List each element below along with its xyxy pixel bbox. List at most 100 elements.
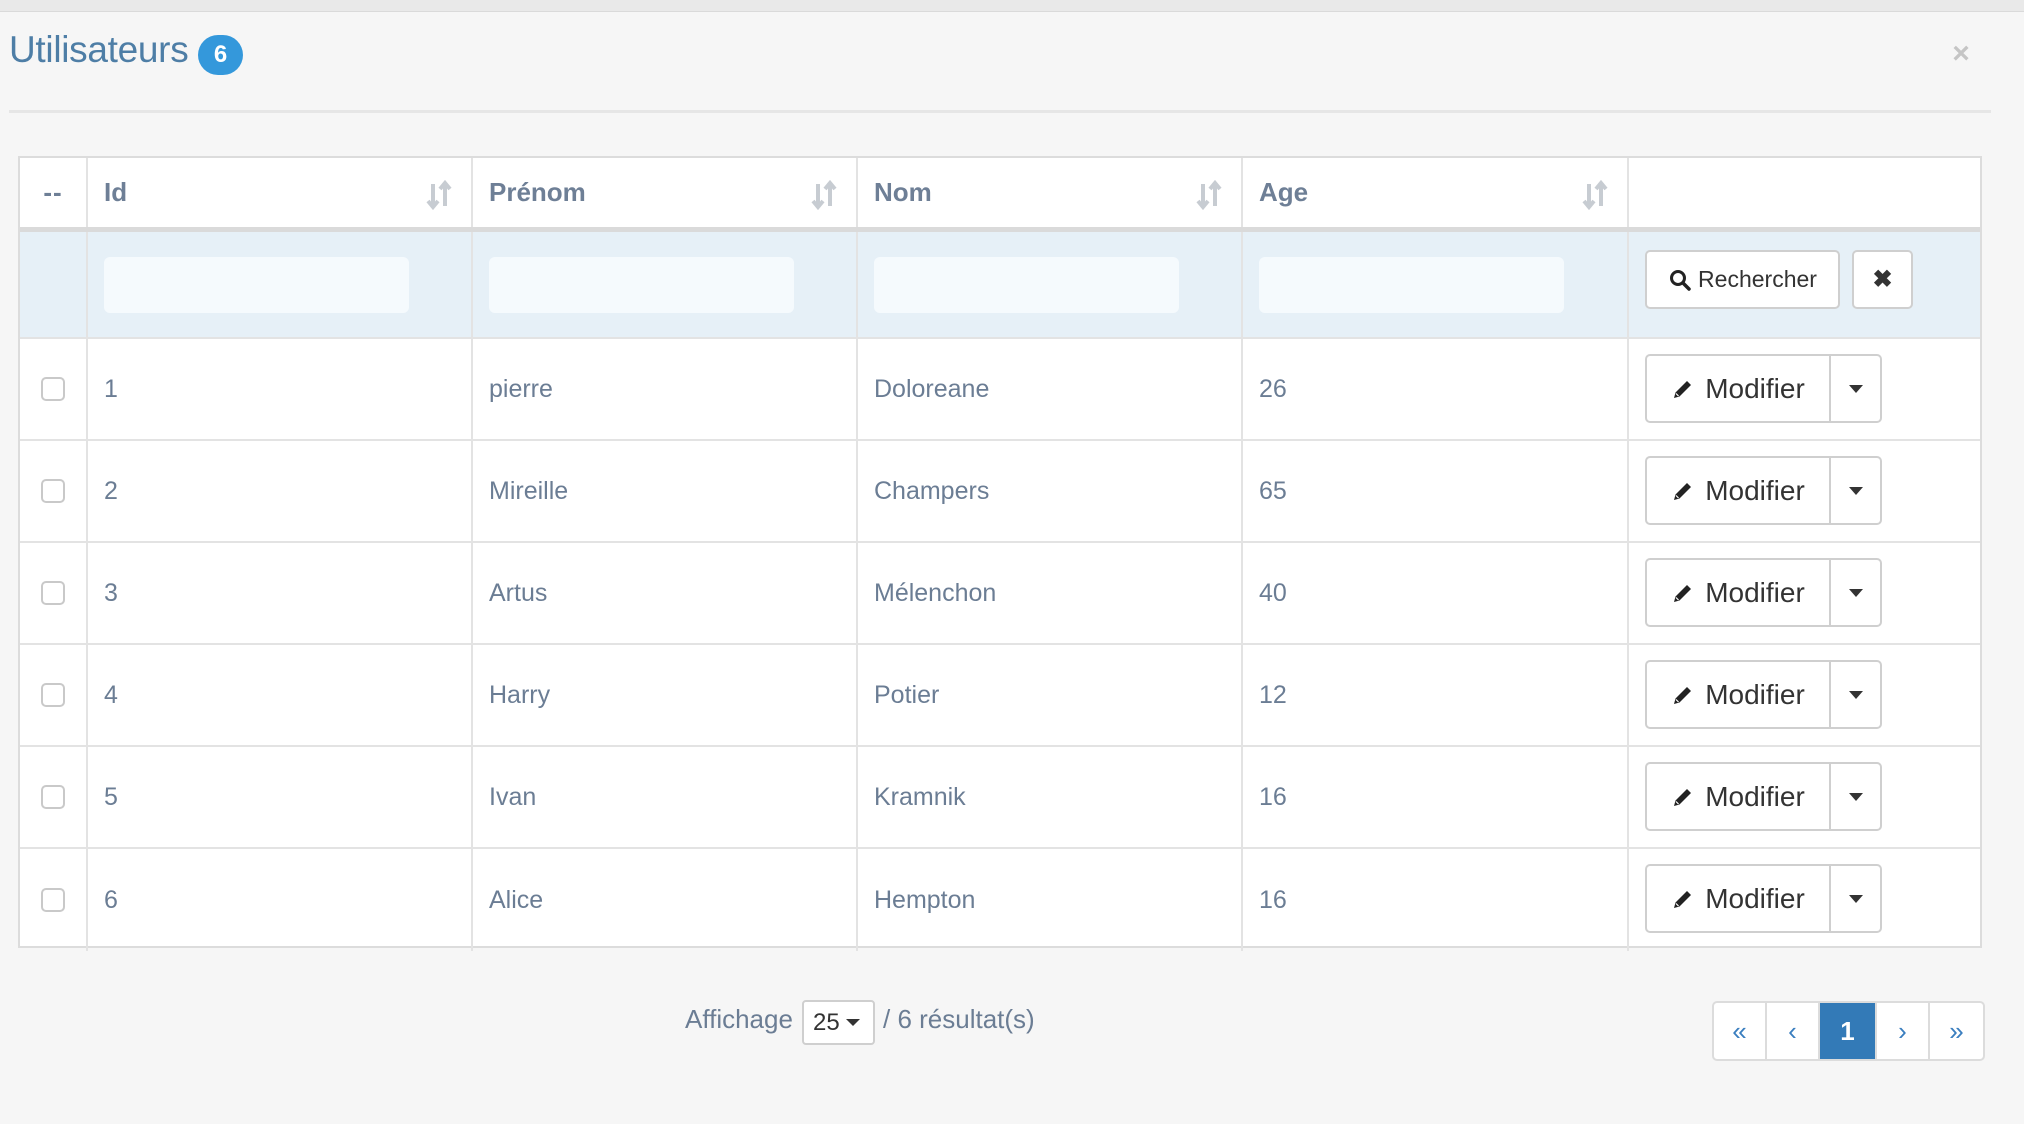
cell-nom: Kramnik: [858, 747, 1243, 847]
row-actions-dropdown-toggle[interactable]: [1831, 456, 1882, 525]
cell-prenom: Artus: [473, 543, 858, 643]
row-actions-cell: Modifier: [1629, 645, 1980, 745]
edit-button[interactable]: Modifier: [1645, 456, 1831, 525]
row-action-group: Modifier: [1645, 558, 1882, 627]
sort-icon[interactable]: [1581, 180, 1609, 210]
cell-age: 16: [1243, 849, 1629, 951]
close-icon[interactable]: ×: [1949, 39, 1973, 69]
edit-button-label: Modifier: [1705, 780, 1805, 812]
cell-prenom-value: Mireille: [489, 476, 569, 505]
chevron-down-icon: [1848, 384, 1863, 393]
column-label-prenom: Prénom: [489, 177, 586, 207]
cell-nom-value: Champers: [874, 476, 990, 505]
edit-button-label: Modifier: [1705, 882, 1805, 914]
select-column-header: --: [20, 158, 88, 227]
row-checkbox[interactable]: [41, 785, 65, 809]
table-row: 4 Harry Potier 12 Modifier: [20, 645, 1980, 747]
first-page-button[interactable]: «: [1714, 1003, 1767, 1059]
row-action-group: Modifier: [1645, 354, 1882, 423]
top-bar: [0, 0, 2024, 12]
row-action-group: Modifier: [1645, 660, 1882, 729]
cell-id: 5: [88, 747, 473, 847]
cell-id-value: 6: [104, 885, 118, 914]
sort-icon[interactable]: [1195, 180, 1223, 210]
filter-input-prenom[interactable]: [489, 256, 794, 313]
edit-button-label: Modifier: [1705, 474, 1805, 506]
chevron-down-icon: [1848, 690, 1863, 699]
cell-age-value: 16: [1259, 782, 1287, 811]
column-header-id[interactable]: Id: [88, 158, 473, 227]
users-table: -- Id Prénom Nom Age Rechercher ✖ 1 pier…: [18, 156, 1982, 951]
page-size-select[interactable]: 25: [802, 1000, 875, 1045]
chevron-down-icon: [1848, 894, 1863, 903]
actions-column-header: [1629, 158, 1980, 227]
row-select-cell: [20, 441, 88, 541]
sort-icon[interactable]: [810, 180, 838, 210]
row-checkbox[interactable]: [41, 479, 65, 503]
row-select-cell: [20, 849, 88, 951]
column-header-prenom[interactable]: Prénom: [473, 158, 858, 227]
cell-id-value: 1: [104, 374, 118, 403]
cell-prenom-value: pierre: [489, 374, 553, 403]
cell-id: 1: [88, 339, 473, 439]
row-actions-dropdown-toggle[interactable]: [1831, 558, 1882, 627]
row-actions-dropdown-toggle[interactable]: [1831, 354, 1882, 423]
filter-cell-nom: [858, 232, 1243, 337]
panel-header: [9, 12, 1991, 113]
page-size-label: Affichage: [685, 1004, 793, 1034]
cell-nom-value: Mélenchon: [874, 578, 997, 607]
pencil-icon: [1674, 482, 1692, 500]
row-action-group: Modifier: [1645, 456, 1882, 525]
cell-age: 12: [1243, 645, 1629, 745]
row-select-cell: [20, 645, 88, 745]
filter-input-id[interactable]: [104, 256, 409, 313]
edit-button-label: Modifier: [1705, 372, 1805, 404]
filter-cell-id: [88, 232, 473, 337]
pencil-icon: [1674, 584, 1692, 602]
last-page-button[interactable]: »: [1930, 1003, 1983, 1059]
column-header-nom[interactable]: Nom: [858, 158, 1243, 227]
row-actions-dropdown-toggle[interactable]: [1831, 660, 1882, 729]
table-row: 3 Artus Mélenchon 40 Modifier: [20, 543, 1980, 645]
cell-prenom-value: Alice: [489, 885, 544, 914]
row-checkbox[interactable]: [41, 377, 65, 401]
chevron-down-icon: [845, 1019, 860, 1026]
edit-button[interactable]: Modifier: [1645, 864, 1831, 933]
cell-prenom-value: Artus: [489, 578, 548, 607]
prev-page-button[interactable]: ‹: [1767, 1003, 1820, 1059]
edit-button[interactable]: Modifier: [1645, 762, 1831, 831]
cell-prenom-value: Harry: [489, 680, 551, 709]
search-button[interactable]: Rechercher: [1645, 250, 1840, 309]
edit-button[interactable]: Modifier: [1645, 660, 1831, 729]
cell-age-value: 12: [1259, 680, 1287, 709]
filter-input-age[interactable]: [1259, 256, 1564, 313]
pagination: « ‹ 1 › »: [1712, 1001, 1985, 1061]
column-header-age[interactable]: Age: [1243, 158, 1629, 227]
current-page-button[interactable]: 1: [1820, 1003, 1877, 1059]
chevron-down-icon: [1848, 588, 1863, 597]
row-actions-cell: Modifier: [1629, 441, 1980, 541]
cell-age: 16: [1243, 747, 1629, 847]
edit-button[interactable]: Modifier: [1645, 558, 1831, 627]
sort-icon[interactable]: [425, 180, 453, 210]
cell-nom-value: Hempton: [874, 885, 976, 914]
clear-filters-button[interactable]: ✖: [1852, 250, 1913, 309]
row-checkbox[interactable]: [41, 683, 65, 707]
filter-cell-prenom: [473, 232, 858, 337]
filter-input-nom[interactable]: [874, 256, 1179, 313]
pencil-icon: [1674, 686, 1692, 704]
cell-age: 26: [1243, 339, 1629, 439]
table-row: 2 Mireille Champers 65 Modifier: [20, 441, 1980, 543]
next-page-button[interactable]: ›: [1877, 1003, 1930, 1059]
clear-icon: ✖: [1872, 266, 1893, 293]
row-checkbox[interactable]: [41, 888, 65, 912]
row-checkbox[interactable]: [41, 581, 65, 605]
edit-button[interactable]: Modifier: [1645, 354, 1831, 423]
row-actions-dropdown-toggle[interactable]: [1831, 864, 1882, 933]
row-actions-dropdown-toggle[interactable]: [1831, 762, 1882, 831]
cell-nom-value: Doloreane: [874, 374, 990, 403]
cell-id: 6: [88, 849, 473, 951]
search-icon: [1670, 269, 1691, 291]
column-label-age: Age: [1259, 177, 1309, 207]
edit-button-label: Modifier: [1705, 576, 1805, 608]
